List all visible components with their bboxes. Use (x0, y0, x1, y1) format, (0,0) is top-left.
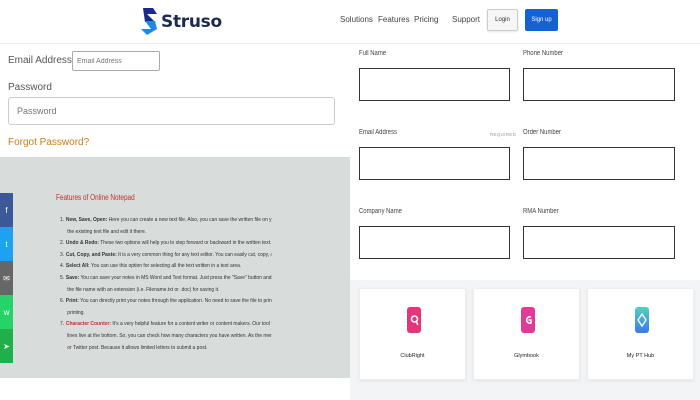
feature-item: 2. Undo & Redo: These two options will he… (60, 240, 272, 247)
nav-features[interactable]: Features (378, 15, 410, 24)
phone-input[interactable] (523, 68, 675, 101)
nav-solutions[interactable]: Solutions (340, 15, 373, 24)
signup-button[interactable]: Sign up (525, 9, 558, 31)
app-card-clubright[interactable]: ClubRight (359, 288, 466, 380)
feature-item: or Twitter post. Because it allows limit… (67, 344, 208, 351)
full-name-input[interactable] (359, 68, 510, 101)
whatsapp-icon[interactable]: w (0, 295, 13, 329)
company-name-label: Company Name (359, 208, 402, 215)
feature-item: 3. Cut, Copy, and Paste: It is a very com… (60, 251, 272, 258)
twitter-icon[interactable]: t (0, 227, 13, 261)
nav-pricing[interactable]: Pricing (414, 15, 438, 24)
glymbook-icon (521, 307, 535, 333)
app-name: ClubRight (400, 353, 425, 359)
brand-logo[interactable]: Struso (141, 8, 222, 35)
phone-label: Phone Number (523, 50, 564, 57)
brand-name: Struso (161, 11, 222, 32)
login-button[interactable]: Login (487, 9, 518, 31)
app-card-glymbook[interactable]: Glymbook (473, 288, 580, 380)
feature-item: lines live at the bottom. So, you can ch… (67, 332, 271, 339)
notepad-title: Features of Online Notepad (56, 193, 135, 202)
notepad-feature-list: 1. New, Save, Open: Here you can create a… (60, 215, 272, 354)
nav-support[interactable]: Support (452, 15, 480, 24)
share-icon[interactable]: ➤ (0, 329, 13, 363)
required-badge: REQUIRED (490, 132, 517, 137)
app-name: My PT Hub (626, 353, 655, 359)
feature-item: 4. Select All: You can use this option fo… (60, 263, 242, 270)
email-field[interactable] (72, 51, 160, 71)
feature-item: 1. New, Save, Open: Here you can create a… (60, 217, 272, 223)
order-number-input[interactable] (523, 147, 675, 180)
app-name: Glymbook (514, 353, 539, 359)
feature-item: printing. (67, 309, 85, 316)
company-name-input[interactable] (359, 226, 510, 259)
email-address-input[interactable] (359, 147, 510, 180)
password-label: Password (8, 82, 52, 93)
full-name-label: Full Name (359, 50, 387, 57)
feature-item: 6. Print: You can directly print your not… (60, 298, 272, 305)
feature-item: 7. Character Counter: It's a very helpful… (60, 321, 272, 328)
app-card-my-pt-hub[interactable]: My PT Hub (587, 288, 694, 380)
order-number-label: Order Number (523, 129, 562, 136)
email-address-label: Email Address (359, 129, 398, 136)
facebook-icon[interactable]: f (0, 193, 13, 227)
navbar: Struso Solutions Features Pricing Suppor… (0, 0, 700, 44)
rma-number-label: RMA Number (523, 208, 559, 215)
email-label: Email Address (8, 55, 72, 66)
forgot-password-link[interactable]: Forgot Password? (8, 137, 89, 148)
email-icon[interactable]: ✉ (0, 261, 13, 295)
clubright-icon (407, 307, 421, 333)
feature-item: 5. Save: You can save your notes in MS Wo… (60, 274, 272, 281)
feature-item: the existing text file and edit it there… (67, 228, 147, 235)
feature-item: the file name with an extension (i.e. Fi… (67, 286, 220, 293)
struso-logo-icon (141, 8, 157, 35)
password-field[interactable] (8, 97, 335, 125)
rma-number-input[interactable] (523, 226, 675, 259)
my-pt-hub-icon (635, 307, 649, 333)
